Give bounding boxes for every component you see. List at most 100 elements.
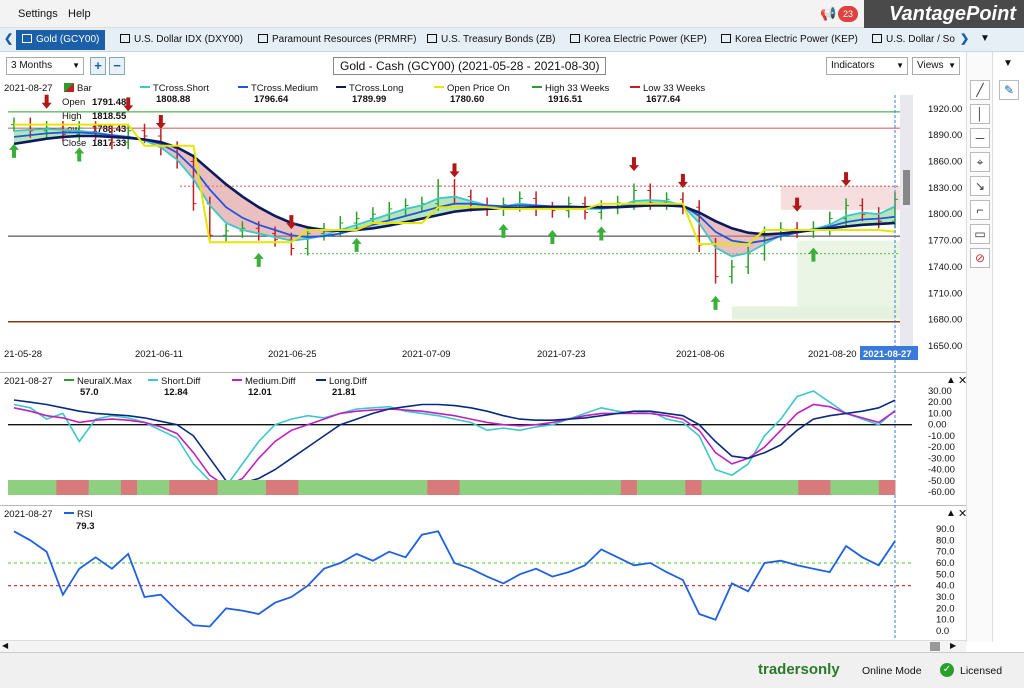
neural-band-segment: [830, 480, 848, 495]
buy-arrow-icon: [547, 230, 558, 245]
scroll-thumb[interactable]: [930, 642, 940, 651]
date-axis-label: 2021-07-09: [402, 349, 451, 360]
tab-dropdown-icon[interactable]: ▼: [980, 33, 990, 44]
date-axis-label: 2021-07-23: [537, 349, 586, 360]
neural-band-segment: [314, 480, 332, 495]
sell-arrow-icon: [155, 114, 166, 129]
neural-axis-label: 0.00: [928, 420, 947, 431]
neural-band-segment: [201, 480, 219, 495]
neural-band-segment: [443, 480, 461, 495]
neural-band-segment: [846, 480, 864, 495]
price-scroll-thumb: [903, 170, 910, 205]
date-axis-label: 2021-08-20: [808, 349, 857, 360]
diff-line-medium-diff: [13, 403, 896, 488]
neural-band-segment: [427, 480, 444, 495]
neural-band-segment: [701, 480, 719, 495]
sell-arrow-icon: [41, 94, 52, 109]
neural-band-segment: [798, 480, 815, 495]
check-icon: ✓: [940, 663, 954, 677]
neural-band-segment: [459, 480, 477, 495]
scroll-right-icon[interactable]: ▶: [950, 641, 956, 650]
rsi-axis-label: 60.0: [936, 558, 955, 569]
horizontal-scrollbar[interactable]: ◀ ▶: [0, 640, 966, 652]
neural-band-segment: [620, 480, 638, 495]
horizontal-line-tool-icon[interactable]: ─: [970, 128, 990, 148]
neural-band-segment: [507, 480, 525, 495]
price-axis-label: 1770.00: [928, 236, 962, 247]
rsi-axis-label: 10.0: [936, 615, 955, 626]
neural-band-segment: [104, 480, 122, 495]
delete-drawing-icon[interactable]: ⊘: [970, 248, 990, 268]
fibonacci-tool-icon[interactable]: ⌖: [970, 152, 990, 172]
neural-band-segment: [782, 480, 799, 495]
neural-band-segment: [878, 480, 896, 495]
rsi-axis-label: 30.0: [936, 592, 955, 603]
neural-band-segment: [120, 480, 138, 495]
buy-arrow-icon: [710, 295, 721, 310]
trendline-tool-icon[interactable]: ╱: [970, 80, 990, 100]
neural-band-segment: [217, 480, 235, 495]
scroll-left-icon[interactable]: ◀: [2, 641, 8, 650]
buy-arrow-icon: [74, 147, 85, 162]
neural-band-segment: [491, 480, 509, 495]
sell-arrow-icon: [841, 172, 852, 187]
projection-zone: [731, 306, 903, 320]
buy-arrow-icon: [596, 226, 607, 241]
neural-band-segment: [733, 480, 751, 495]
neural-band-segment: [411, 480, 428, 495]
tradersonly-logo: tradersonly: [758, 661, 840, 678]
sell-arrow-icon: [123, 97, 134, 112]
date-axis-label: 21-05-28: [4, 349, 42, 360]
neural-band-segment: [282, 480, 299, 495]
neural-band-segment: [362, 480, 380, 495]
sell-arrow-icon: [677, 173, 688, 188]
neural-band-segment: [524, 480, 541, 495]
diff-line-long-diff: [13, 399, 896, 484]
price-axis-label: 1860.00: [928, 157, 962, 168]
neural-band-segment: [169, 480, 186, 495]
vertical-line-tool-icon[interactable]: │: [970, 104, 990, 124]
panel-dropdown-icon[interactable]: ▼: [1003, 58, 1013, 69]
neural-band-segment: [814, 480, 831, 495]
measure-tool-icon[interactable]: ▭: [970, 224, 990, 244]
rsi-axis-label: 40.0: [936, 581, 955, 592]
price-axis-label: 1800.00: [928, 209, 962, 220]
neural-band-segment: [653, 480, 670, 495]
rsi-axis-label: 80.0: [936, 535, 955, 546]
step-tool-icon[interactable]: ⌐: [970, 200, 990, 220]
price-axis-label: 1830.00: [928, 183, 962, 194]
neural-band-segment: [266, 480, 283, 495]
price-axis-label: 1740.00: [928, 262, 962, 273]
neural-band-segment: [88, 480, 106, 495]
neural-axis-label: -20.00: [928, 442, 955, 453]
neural-band-segment: [669, 480, 686, 495]
date-axis-label: 2021-06-25: [268, 349, 317, 360]
neural-band-segment: [540, 480, 557, 495]
neural-band-segment: [749, 480, 767, 495]
license-label: Licensed: [960, 665, 1003, 677]
rsi-axis-label: 90.0: [936, 524, 955, 535]
neural-band-segment: [346, 480, 364, 495]
price-scroll-track: [900, 95, 913, 347]
panel-edit-icon[interactable]: ✎: [999, 80, 1019, 100]
neural-axis-label: -50.00: [928, 476, 955, 487]
status-bar: tradersonly Online Mode ✓ Licensed: [0, 652, 1024, 688]
buy-arrow-icon: [9, 143, 19, 158]
buy-arrow-icon: [253, 252, 264, 267]
neural-axis-label: -30.00: [928, 453, 955, 464]
rsi-axis-label: 70.0: [936, 547, 955, 558]
neural-band-segment: [862, 480, 880, 495]
drawing-tools: ╱ │ ─ ⌖ ↘ ⌐ ▭ ⊘: [966, 52, 992, 642]
rsi-axis-label: 20.0: [936, 603, 955, 614]
neural-band-segment: [137, 480, 154, 495]
neural-band-segment: [685, 480, 702, 495]
chart-canvas[interactable]: 1920.00 1890.00 1860.00 1830.00 1800.00 1770.…: [0, 0, 966, 640]
rsi-line: [13, 530, 896, 628]
neural-band-segment: [636, 480, 654, 495]
neural-band-segment: [556, 480, 573, 495]
neural-axis-label: 30.00: [928, 386, 952, 397]
rsi-axis-label: 0.0: [936, 626, 949, 637]
neural-band-segment: [24, 480, 41, 495]
price-axis-label: 1710.00: [928, 288, 962, 299]
cursor-tool-icon[interactable]: ↘: [970, 176, 990, 196]
